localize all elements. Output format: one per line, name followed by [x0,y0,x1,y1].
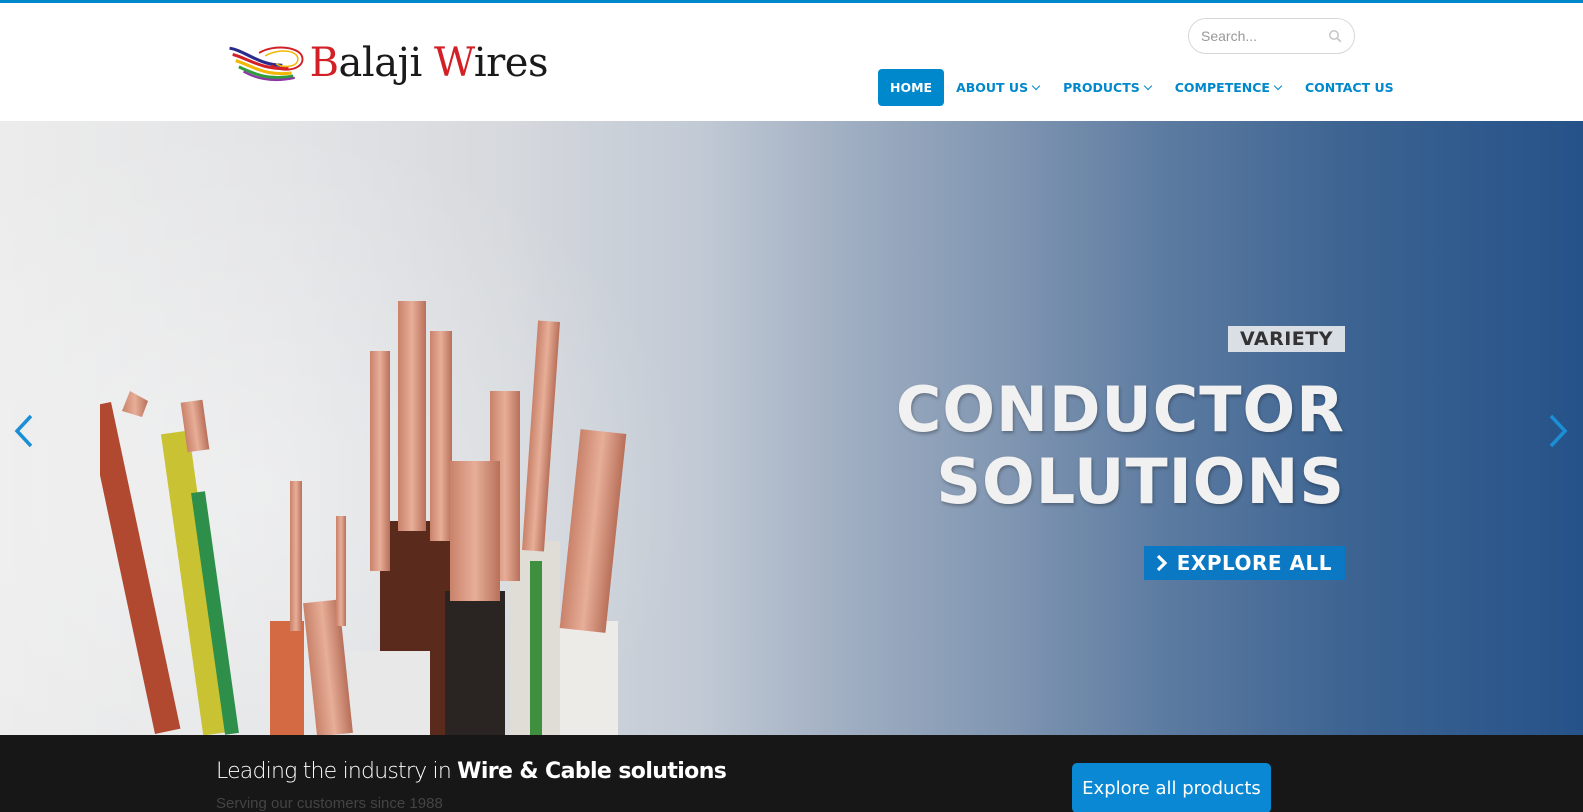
carousel-next-button[interactable] [1546,413,1570,449]
nav-item-products[interactable]: PRODUCTS [1051,69,1163,106]
nav-label-products: PRODUCTS [1063,80,1140,95]
cta-band: Leading the industry in Wire & Cable sol… [0,735,1583,812]
search-box [1188,18,1355,54]
copper-wires-image [100,301,627,735]
brand-initial-b: B [309,40,339,86]
nav-label-competence: COMPETENCE [1174,80,1270,95]
nav-label-contact-us: CONTACT US [1304,80,1394,95]
nav-label-about-us: ABOUT US [956,80,1029,95]
cta-title: Leading the industry in Wire & Cable sol… [216,759,727,784]
cta-title-strong: Wire & Cable solutions [457,759,727,784]
brand-name: Balaji Wires [309,40,549,86]
search-icon[interactable] [1328,29,1342,43]
explore-all-button[interactable]: EXPLORE ALL [1143,546,1345,580]
search-input[interactable] [1201,28,1321,44]
chevron-down-icon [1143,81,1152,90]
nav-item-competence[interactable]: COMPETENCE [1163,69,1293,106]
hero-carousel: VARIETY CONDUCTOR SOLUTIONS EXPLORE ALL [0,121,1583,735]
logo-swirl-icon [229,46,304,82]
nav-item-home[interactable]: HOME [878,69,945,106]
brand-initial-w: W [433,40,474,86]
slide-headline-line2: SOLUTIONS [936,445,1345,518]
site-header: Balaji Wires HOME ABOUT US PRODUCTS COMP… [0,3,1583,121]
slide-tag: VARIETY [1227,326,1345,352]
slide-headline-line1: CONDUCTOR [895,373,1345,446]
brand-logo[interactable]: Balaji Wires [228,33,549,93]
cta-title-light: Leading the industry in [216,759,458,784]
nav-item-about-us[interactable]: ABOUT US [944,69,1051,106]
brand-name-part2: ires [473,40,549,86]
explore-all-label: EXPLORE ALL [1176,551,1332,575]
slide-headline: CONDUCTOR SOLUTIONS [896,374,1345,518]
brand-name-part1: alaji [338,40,434,86]
explore-all-products-button[interactable]: Explore all products [1072,763,1271,812]
nav-label-home: HOME [890,80,933,95]
nav-item-contact-us[interactable]: CONTACT US [1293,69,1406,106]
carousel-prev-button[interactable] [12,413,36,449]
slide-caption: VARIETY CONDUCTOR SOLUTIONS EXPLORE ALL [896,326,1345,580]
chevron-down-icon [1273,81,1283,90]
chevron-down-icon [1031,81,1041,90]
cta-subtitle: Serving our customers since 1988 [216,795,443,812]
main-nav: HOME ABOUT US PRODUCTS COMPETENCE CONTAC… [878,69,1406,106]
chevron-right-icon [1156,554,1167,572]
